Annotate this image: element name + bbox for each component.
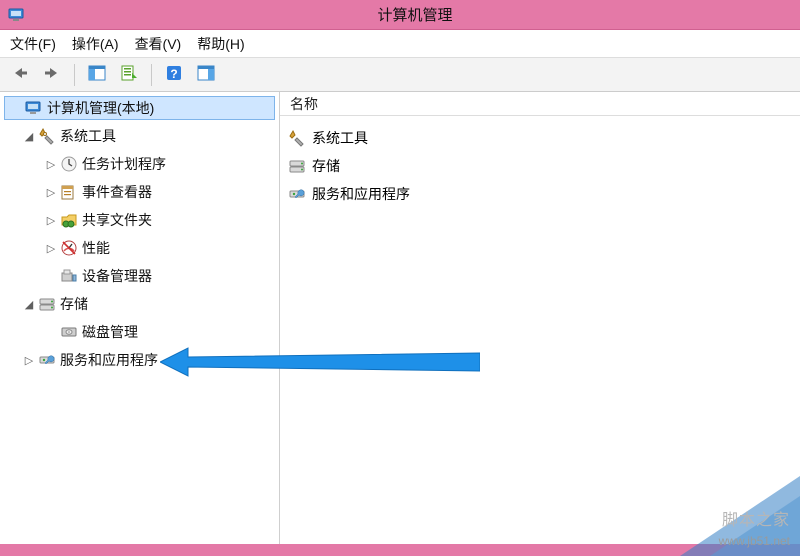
properties-button[interactable] bbox=[115, 62, 143, 88]
tree-node-shared-folders[interactable]: ▷ 共享文件夹 bbox=[0, 206, 279, 234]
toolbar-separator bbox=[74, 64, 75, 86]
menu-view[interactable]: 查看(V) bbox=[135, 34, 182, 54]
titlebar: 计算机管理 bbox=[0, 0, 800, 30]
watermark-url: www.jb51.net bbox=[719, 534, 790, 548]
expanded-twisty-icon[interactable]: ◢ bbox=[22, 297, 36, 311]
window-title: 计算机管理 bbox=[30, 4, 800, 25]
back-button[interactable] bbox=[6, 62, 34, 88]
arrow-left-icon bbox=[11, 66, 29, 83]
list-item-system-tools[interactable]: 系统工具 bbox=[288, 124, 792, 152]
shared-folders-icon bbox=[60, 211, 78, 229]
tree-label: 存储 bbox=[60, 294, 88, 314]
collapsed-twisty-icon[interactable]: ▷ bbox=[44, 185, 58, 199]
tree-label: 磁盘管理 bbox=[82, 322, 138, 342]
menu-help[interactable]: 帮助(H) bbox=[197, 34, 244, 54]
collapsed-twisty-icon[interactable]: ▷ bbox=[44, 241, 58, 255]
svg-text:?: ? bbox=[170, 67, 177, 81]
show-hide-tree-button[interactable] bbox=[83, 62, 111, 88]
forward-button[interactable] bbox=[38, 62, 66, 88]
list-item-label: 系统工具 bbox=[312, 128, 368, 148]
storage-icon bbox=[38, 295, 56, 313]
collapsed-twisty-icon[interactable]: ▷ bbox=[22, 353, 36, 367]
services-apps-icon bbox=[288, 185, 306, 203]
collapsed-twisty-icon[interactable]: ▷ bbox=[44, 213, 58, 227]
tree-pane: 计算机管理(本地) ◢ 系统工具 ▷ 任务计划程序 bbox=[0, 92, 280, 544]
list-item-services-apps[interactable]: 服务和应用程序 bbox=[288, 180, 792, 208]
pane-action-icon bbox=[197, 65, 215, 84]
menu-file[interactable]: 文件(F) bbox=[10, 34, 56, 54]
tree-label: 事件查看器 bbox=[82, 182, 152, 202]
tree-root-computer-management[interactable]: 计算机管理(本地) bbox=[4, 96, 275, 120]
tree-label: 计算机管理(本地) bbox=[47, 98, 154, 118]
toolbar: ? bbox=[0, 58, 800, 92]
blank-twisty bbox=[9, 101, 23, 115]
collapsed-twisty-icon[interactable]: ▷ bbox=[44, 157, 58, 171]
disk-management-icon bbox=[60, 323, 78, 341]
tree-node-storage[interactable]: ◢ 存储 bbox=[0, 290, 279, 318]
watermark-text: 脚本之家 bbox=[722, 506, 790, 530]
storage-icon bbox=[288, 157, 306, 175]
tree-label: 设备管理器 bbox=[82, 266, 152, 286]
performance-icon bbox=[60, 239, 78, 257]
help-icon: ? bbox=[165, 64, 183, 85]
tree-node-task-scheduler[interactable]: ▷ 任务计划程序 bbox=[0, 150, 279, 178]
tree-node-services-apps[interactable]: ▷ 服务和应用程序 bbox=[0, 346, 279, 374]
show-hide-action-pane-button[interactable] bbox=[192, 62, 220, 88]
pane-tree-icon bbox=[88, 65, 106, 84]
tree-label: 任务计划程序 bbox=[82, 154, 166, 174]
tree-node-event-viewer[interactable]: ▷ 事件查看器 bbox=[0, 178, 279, 206]
tree-label: 服务和应用程序 bbox=[60, 350, 158, 370]
tree-label: 共享文件夹 bbox=[82, 210, 152, 230]
expanded-twisty-icon[interactable]: ◢ bbox=[22, 129, 36, 143]
help-button[interactable]: ? bbox=[160, 62, 188, 88]
services-apps-icon bbox=[38, 351, 56, 369]
toolbar-separator bbox=[151, 64, 152, 86]
tree-label: 性能 bbox=[82, 238, 110, 258]
tree-node-device-manager[interactable]: 设备管理器 bbox=[0, 262, 279, 290]
list-item-storage[interactable]: 存储 bbox=[288, 152, 792, 180]
column-name-label: 名称 bbox=[290, 94, 318, 114]
tree-node-performance[interactable]: ▷ 性能 bbox=[0, 234, 279, 262]
computer-management-icon bbox=[8, 7, 24, 23]
blank-twisty bbox=[44, 269, 58, 283]
computer-management-icon bbox=[25, 99, 43, 117]
list-item-label: 存储 bbox=[312, 156, 340, 176]
blank-twisty bbox=[44, 325, 58, 339]
tools-icon bbox=[38, 127, 56, 145]
menubar: 文件(F) 操作(A) 查看(V) 帮助(H) bbox=[0, 30, 800, 58]
tree-node-disk-management[interactable]: 磁盘管理 bbox=[0, 318, 279, 346]
list-item-label: 服务和应用程序 bbox=[312, 184, 410, 204]
event-viewer-icon bbox=[60, 183, 78, 201]
tools-icon bbox=[288, 129, 306, 147]
clock-icon bbox=[60, 155, 78, 173]
tree-label: 系统工具 bbox=[60, 126, 116, 146]
menu-action[interactable]: 操作(A) bbox=[72, 34, 119, 54]
properties-icon bbox=[120, 65, 138, 84]
tree-node-system-tools[interactable]: ◢ 系统工具 bbox=[0, 122, 279, 150]
device-manager-icon bbox=[60, 267, 78, 285]
list-column-name[interactable]: 名称 bbox=[280, 92, 800, 116]
arrow-right-icon bbox=[43, 66, 61, 83]
